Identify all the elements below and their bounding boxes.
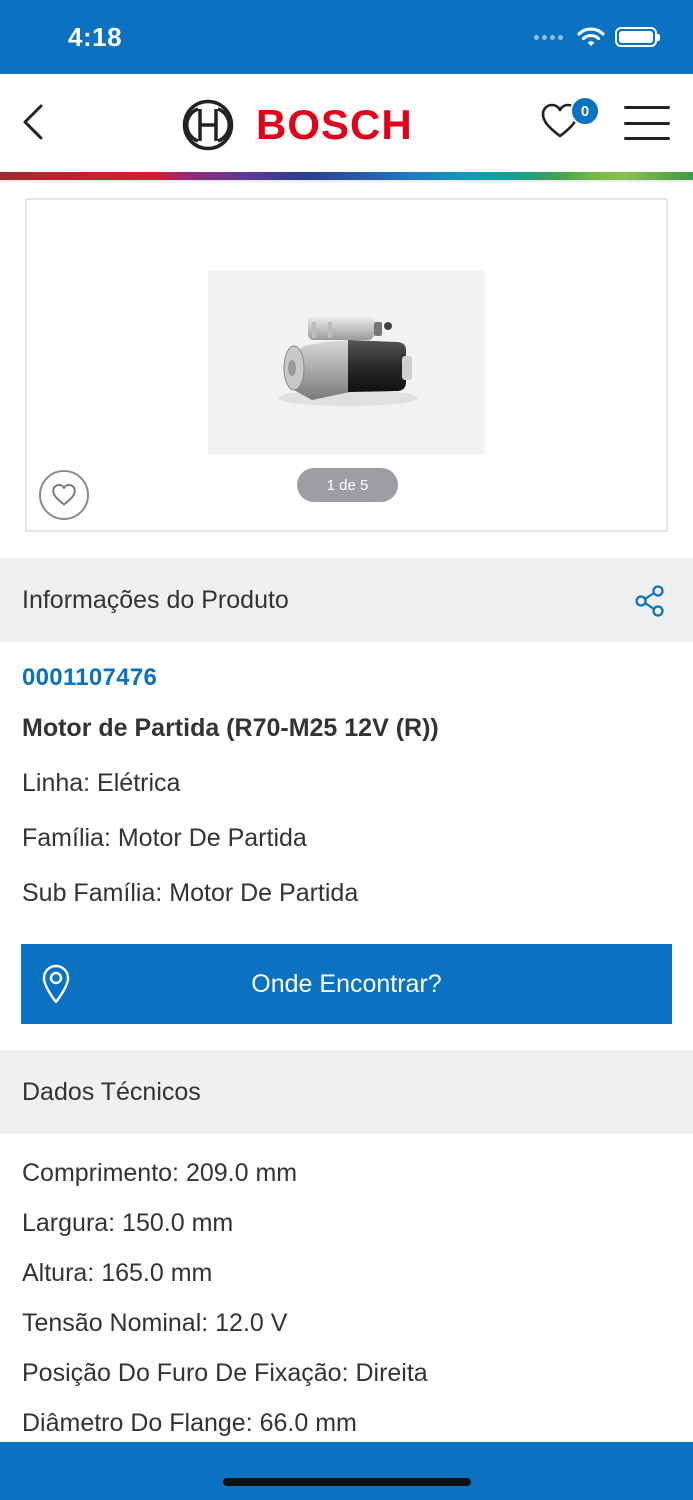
back-icon (23, 104, 43, 140)
location-pin-icon (42, 964, 70, 1004)
status-icons (534, 26, 660, 48)
tech-line-altura: Altura: 165.0 mm (22, 1259, 213, 1287)
starter-motor-image (278, 316, 418, 406)
tech-line-tensao: Tensão Nominal: 12.0 V (22, 1309, 288, 1337)
status-time: 4:18 (68, 22, 123, 52)
product-image[interactable] (208, 270, 485, 454)
battery-icon (615, 27, 660, 47)
tech-line-comprimento: Comprimento: 209.0 mm (22, 1159, 298, 1187)
part-number: 0001107476 (22, 664, 158, 691)
product-name: Motor de Partida (R70-M25 12V (R)) (22, 714, 439, 742)
info-line-linha: Linha: Elétrica (22, 769, 181, 797)
signal-icon (534, 34, 563, 40)
heart-icon (52, 483, 76, 506)
share-button[interactable] (633, 584, 667, 618)
image-pager: 1 de 5 (297, 468, 398, 502)
info-line-familia: Família: Motor De Partida (22, 824, 307, 852)
bosch-logo: BOSCH (182, 99, 413, 151)
favorites-count-badge: 0 (570, 96, 600, 126)
share-icon (635, 585, 664, 617)
product-gallery[interactable]: 1 de 5 (25, 198, 668, 532)
menu-button[interactable] (624, 106, 670, 140)
tech-data-header: Dados Técnicos (0, 1050, 693, 1134)
menu-icon (624, 106, 670, 109)
section-title: Dados Técnicos (22, 1077, 201, 1106)
brand-color-strip (0, 172, 693, 180)
wifi-icon (577, 27, 605, 46)
app-header: BOSCH 0 (0, 74, 693, 172)
where-to-find-button[interactable]: Onde Encontrar? (21, 944, 672, 1024)
bosch-emblem-icon (182, 99, 234, 151)
home-indicator[interactable] (223, 1478, 471, 1486)
brand-name: BOSCH (256, 101, 413, 148)
tech-line-posicao-furo: Posição Do Furo De Fixação: Direita (22, 1359, 428, 1387)
image-favorite-button[interactable] (39, 470, 89, 520)
back-button[interactable] (16, 102, 50, 142)
where-to-find-label: Onde Encontrar? (251, 969, 442, 998)
tech-line-largura: Largura: 150.0 mm (22, 1209, 234, 1237)
bottom-bar (0, 1442, 693, 1500)
section-title: Informações do Produto (22, 585, 289, 614)
status-bar: 4:18 (0, 0, 693, 74)
info-line-sub-familia: Sub Família: Motor De Partida (22, 879, 359, 907)
tech-line-diametro-flange: Diâmetro Do Flange: 66.0 mm (22, 1409, 357, 1437)
product-info-header: Informações do Produto (0, 558, 693, 642)
